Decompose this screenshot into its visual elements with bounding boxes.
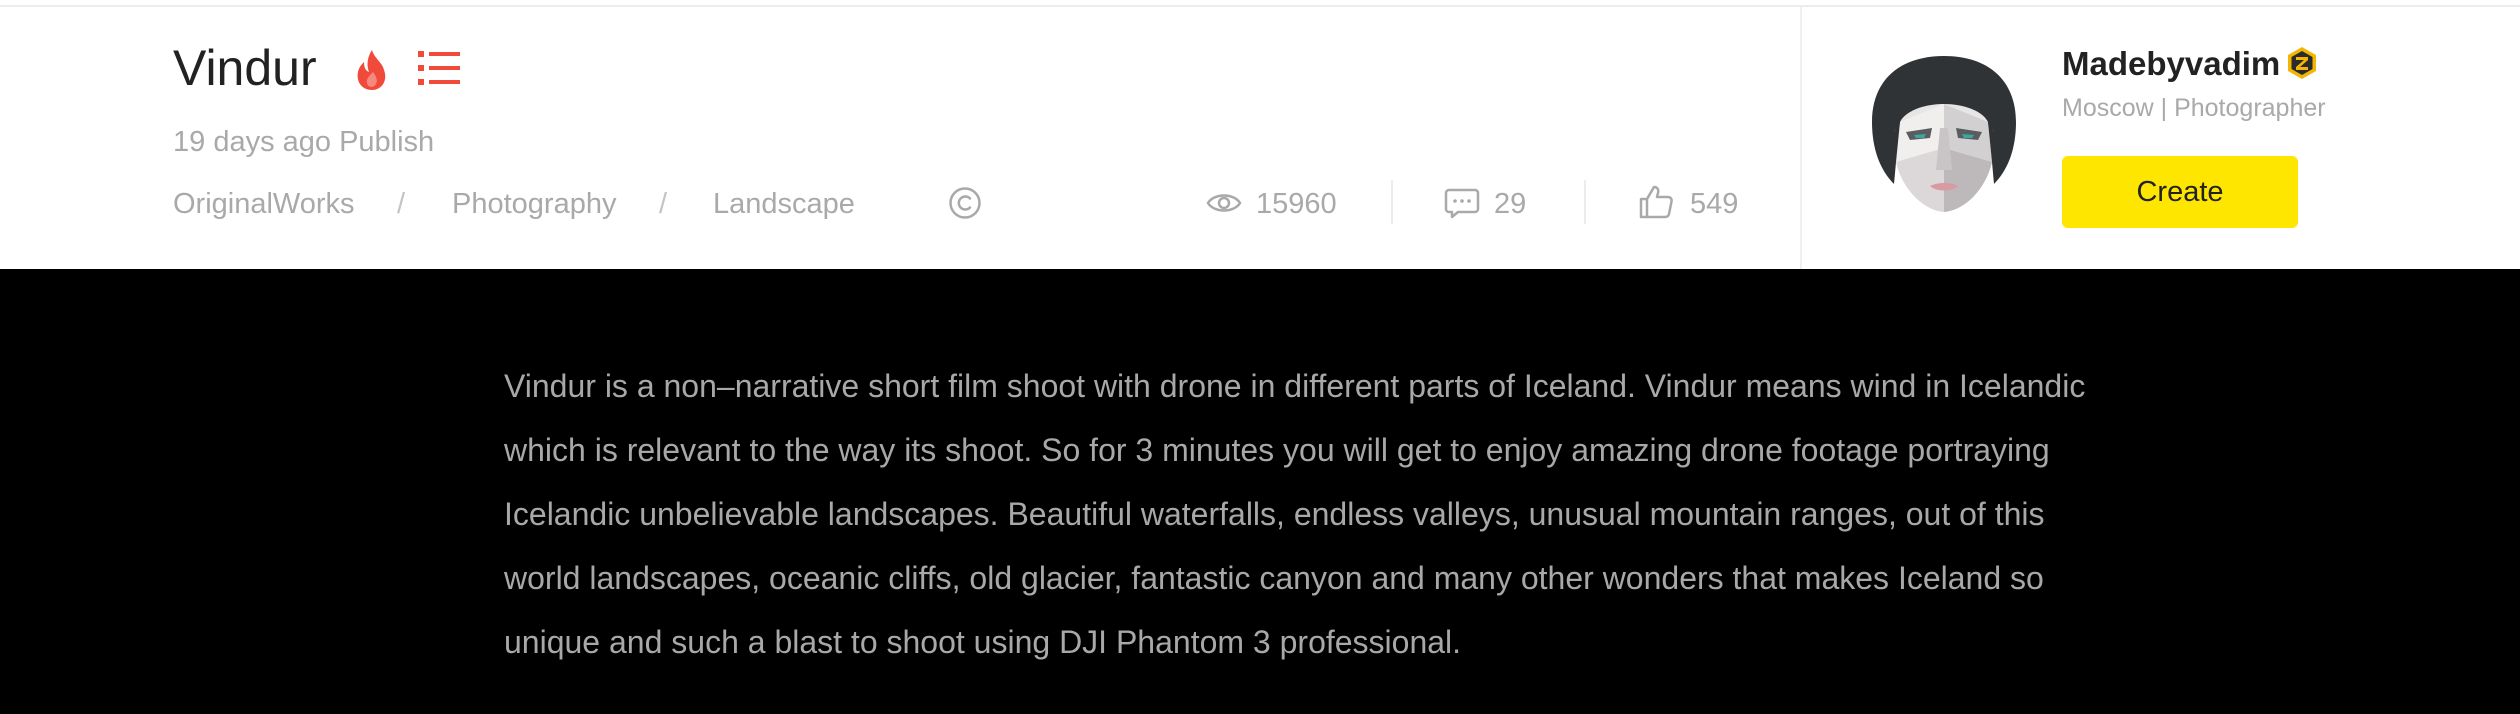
eye-icon [1206, 194, 1242, 212]
likes-count: 549 [1690, 188, 1739, 220]
breadcrumb-separator: / [397, 188, 406, 220]
top-border [0, 0, 2520, 7]
breadcrumb-separator: / [659, 188, 668, 220]
list-icon[interactable] [418, 48, 460, 88]
work-title: Vindur [173, 40, 317, 96]
author-meta: Moscow | Photographer [2062, 92, 2326, 124]
stats-divider [1391, 180, 1393, 224]
breadcrumb-landscape[interactable]: Landscape [713, 186, 855, 222]
author-meta-separator: | [2153, 94, 2175, 122]
comment-icon[interactable] [1444, 187, 1480, 219]
comments-count: 29 [1494, 188, 1527, 220]
breadcrumb-photography[interactable]: Photography [452, 186, 616, 222]
publish-time: 19 days ago Publish [173, 126, 435, 158]
header-vertical-divider [1800, 7, 1802, 269]
author-location: Moscow [2062, 94, 2154, 122]
breadcrumb: OriginalWorks / Photography / Landscape [173, 186, 973, 222]
breadcrumb-originalworks[interactable]: OriginalWorks [173, 186, 355, 222]
stats-divider [1584, 180, 1586, 224]
author-name[interactable]: Madebyvadim [2062, 44, 2280, 84]
views-count: 15960 [1256, 188, 1337, 220]
fire-icon [357, 50, 386, 90]
create-button[interactable]: Create [2062, 156, 2298, 228]
copyright-icon[interactable] [948, 186, 982, 220]
z-badge-icon [2288, 47, 2316, 79]
avatar[interactable] [1866, 52, 2022, 216]
thumbs-up-icon[interactable] [1638, 184, 1674, 220]
work-description: Vindur is a non–narrative short film sho… [504, 368, 2086, 660]
author-role: Photographer [2174, 94, 2326, 122]
